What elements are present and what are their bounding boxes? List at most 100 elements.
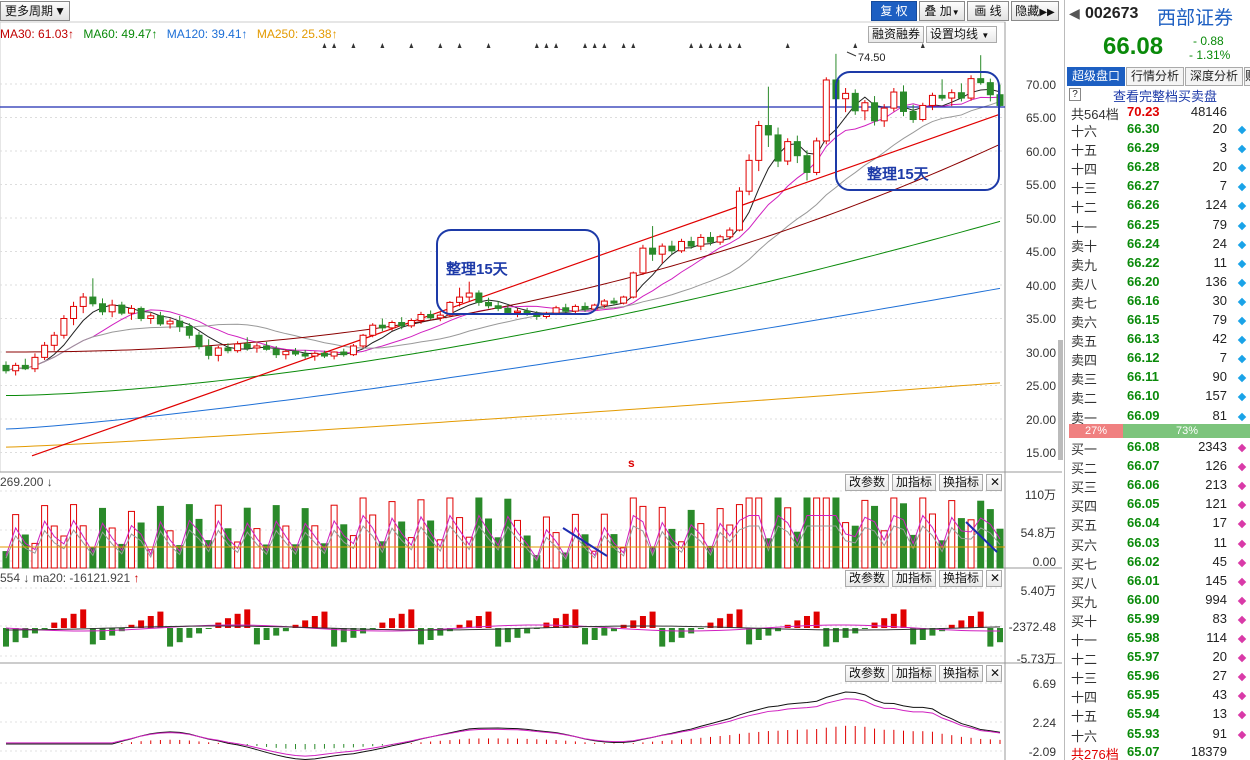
volume-bar	[504, 498, 512, 569]
flow-bar	[41, 628, 48, 629]
s-marker: s	[628, 456, 635, 470]
tab-deep-analysis[interactable]: 深度分析	[1185, 67, 1243, 86]
order-diamond-icon	[1237, 692, 1247, 701]
macd-swap-indicator-button[interactable]: 换指标	[939, 665, 984, 682]
sell-level-vol: 90	[1212, 369, 1227, 385]
sell-ratio-bar: 27%	[1069, 424, 1123, 438]
buy-level-name: 买二	[1071, 461, 1098, 477]
price-change: - 0.88	[1193, 34, 1224, 48]
volume-bar	[928, 513, 936, 569]
flow-bar	[736, 609, 743, 628]
tab-finance[interactable]: 财	[1244, 67, 1250, 86]
buy-row[interactable]: 十三 65.96 27	[1065, 667, 1250, 686]
sell-row[interactable]: 卖四 66.12 7	[1065, 349, 1250, 368]
event-marker-icon	[785, 43, 790, 48]
sell-row[interactable]: 卖六 66.15 79	[1065, 311, 1250, 330]
buy-row[interactable]: 十六 65.93 91	[1065, 725, 1250, 744]
vol-params-button[interactable]: 改参数	[845, 474, 890, 491]
overlay-button[interactable]: 叠 加▼	[919, 1, 965, 21]
buy-row[interactable]: 买四 66.05 121	[1065, 495, 1250, 514]
buy-row[interactable]: 买十 65.99 83	[1065, 610, 1250, 629]
sell-row[interactable]: 十一 66.25 79	[1065, 216, 1250, 235]
sell-row[interactable]: 卖十 66.24 24	[1065, 235, 1250, 254]
double-chevron-right-icon: ▶▶	[1039, 7, 1055, 18]
buy-row[interactable]: 买八 66.01 145	[1065, 572, 1250, 591]
order-diamond-icon	[1237, 501, 1247, 510]
volume-bar	[774, 497, 782, 569]
buy-row[interactable]: 买五 66.04 17	[1065, 514, 1250, 533]
buy-row[interactable]: 十五 65.94 13	[1065, 705, 1250, 724]
flow-bar	[504, 628, 511, 643]
collapse-chevron-icon[interactable]: ◀	[1069, 5, 1080, 22]
candle-body	[407, 320, 415, 327]
hide-button[interactable]: 隐藏▶▶	[1011, 1, 1059, 21]
buy-row[interactable]: 买一 66.08 2343	[1065, 438, 1250, 457]
sell-row[interactable]: 十五 66.29 3	[1065, 139, 1250, 158]
sell-level-vol: 136	[1205, 273, 1227, 289]
candle-body	[842, 92, 850, 100]
flow-bar	[852, 628, 859, 634]
vol-swap-indicator-button[interactable]: 换指标	[939, 474, 984, 491]
sell-row[interactable]: 卖三 66.11 90	[1065, 368, 1250, 387]
event-marker-icon	[380, 43, 385, 48]
ma120-text: MA120: 39.41	[166, 27, 242, 41]
macd-tick: 2.24	[1032, 716, 1056, 730]
buy-row[interactable]: 买二 66.07 126	[1065, 457, 1250, 476]
buy-row[interactable]: 买三 66.06 213	[1065, 476, 1250, 495]
candle-body	[398, 322, 406, 327]
volume-bar	[398, 521, 406, 569]
peak-arrow	[846, 51, 857, 57]
buy-row[interactable]: 买九 66.00 994	[1065, 591, 1250, 610]
flow-bar	[408, 609, 415, 628]
sell-row[interactable]: 卖五 66.13 42	[1065, 330, 1250, 349]
sell-row[interactable]: 卖二 66.10 157	[1065, 387, 1250, 406]
macd-close-icon[interactable]: ✕	[986, 665, 1002, 682]
buy-row[interactable]: 十四 65.95 43	[1065, 686, 1250, 705]
sell-row[interactable]: 十三 66.27 7	[1065, 177, 1250, 196]
period-dropdown[interactable]: 更多周期 ▼	[0, 1, 70, 21]
sell-row[interactable]: 卖七 66.16 30	[1065, 292, 1250, 311]
candle-body	[292, 350, 300, 355]
sell-level-vol: 30	[1212, 292, 1227, 308]
flow-close-icon[interactable]: ✕	[986, 570, 1002, 587]
order-diamond-icon	[1237, 615, 1247, 625]
flow-swap-indicator-button[interactable]: 换指标	[939, 570, 984, 587]
kline-chart-area[interactable]: 更多周期 ▼ 复 权 叠 加▼ 画 线 隐藏▶▶ MA30: 61.03↑ MA6…	[0, 0, 1063, 760]
draw-line-button[interactable]: 画 线	[967, 1, 1009, 21]
margin-trading-button[interactable]: 融资融券	[868, 26, 925, 43]
volume-bar	[359, 497, 367, 569]
candle-body	[224, 347, 232, 352]
help-icon[interactable]: ?	[1069, 88, 1081, 101]
vol-close-icon[interactable]: ✕	[986, 474, 1002, 491]
chart-canvas[interactable]	[0, 0, 1062, 760]
macd-add-indicator-button[interactable]: 加指标	[892, 665, 937, 682]
candle-body	[301, 353, 309, 357]
sell-row[interactable]: 十二 66.26 124	[1065, 196, 1250, 215]
macd-params-button[interactable]: 改参数	[845, 665, 890, 682]
sell-row[interactable]: 卖八 66.20 136	[1065, 273, 1250, 292]
ma-setting-button[interactable]: 设置均线 ▼	[926, 26, 997, 43]
sell-row[interactable]: 卖九 66.22 11	[1065, 254, 1250, 273]
flow-params-button[interactable]: 改参数	[845, 570, 890, 587]
volume-bar	[388, 501, 396, 569]
sell-row[interactable]: 卖一 66.09 81	[1065, 407, 1250, 426]
buy-row[interactable]: 买六 66.03 11	[1065, 534, 1250, 553]
sell-row[interactable]: 十六 66.30 20	[1065, 120, 1250, 139]
event-marker-icon	[534, 43, 539, 48]
flow-tick: -2372.48	[1008, 620, 1056, 634]
adjust-button[interactable]: 复 权	[871, 1, 917, 21]
buy-row[interactable]: 十二 65.97 20	[1065, 648, 1250, 667]
candle-body	[813, 140, 821, 173]
tab-super-quote[interactable]: 超级盘口	[1067, 67, 1125, 86]
buy-row[interactable]: 买七 66.02 45	[1065, 553, 1250, 572]
flow-add-indicator-button[interactable]: 加指标	[892, 570, 937, 587]
last-price: 66.08	[1103, 33, 1164, 60]
scrollbar-handle[interactable]	[1058, 340, 1063, 460]
sell-row[interactable]: 十四 66.28 20	[1065, 158, 1250, 177]
buy-level-name: 买十	[1071, 613, 1098, 629]
flow-bar	[717, 618, 724, 628]
buy-row[interactable]: 十一 65.98 114	[1065, 629, 1250, 648]
vol-add-indicator-button[interactable]: 加指标	[892, 474, 937, 491]
hide-label: 隐藏	[1015, 4, 1040, 18]
tab-market-analysis[interactable]: 行情分析	[1126, 67, 1184, 86]
